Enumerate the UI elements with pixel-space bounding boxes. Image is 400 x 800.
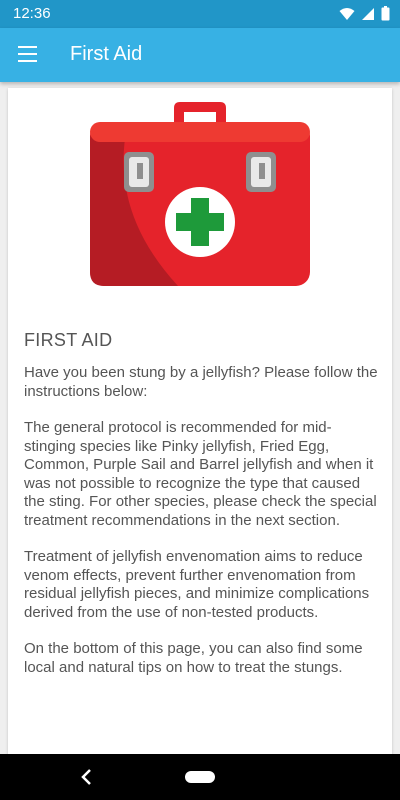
paragraph-protocol: The general protocol is recommended for … xyxy=(24,419,377,529)
paragraph-intro: Have you been stung by a jellyfish? Plea… xyxy=(24,364,378,400)
paragraph-treatment: Treatment of jellyfish envenomation aims… xyxy=(24,548,370,621)
battery-icon xyxy=(381,6,390,21)
section-heading: FIRST AID xyxy=(24,330,113,350)
hamburger-menu-icon[interactable] xyxy=(18,46,37,62)
first-aid-kit-icon xyxy=(90,102,310,286)
status-time: 12:36 xyxy=(13,5,51,22)
app-title: First Aid xyxy=(70,43,143,65)
status-icons xyxy=(339,6,390,21)
instructions-text: Have you been stung by a jellyfish? Plea… xyxy=(24,364,380,695)
status-bar: 12:36 xyxy=(0,0,400,28)
navigation-bar xyxy=(0,754,400,800)
wifi-icon xyxy=(339,7,355,20)
back-icon[interactable] xyxy=(80,768,94,786)
paragraph-tips: On the bottom of this page, you can also… xyxy=(24,640,363,676)
content-card: FIRST AID Have you been stung by a jelly… xyxy=(8,88,392,768)
signal-icon xyxy=(362,7,374,20)
app-bar: First Aid xyxy=(0,28,400,82)
home-pill-icon[interactable] xyxy=(185,771,215,783)
